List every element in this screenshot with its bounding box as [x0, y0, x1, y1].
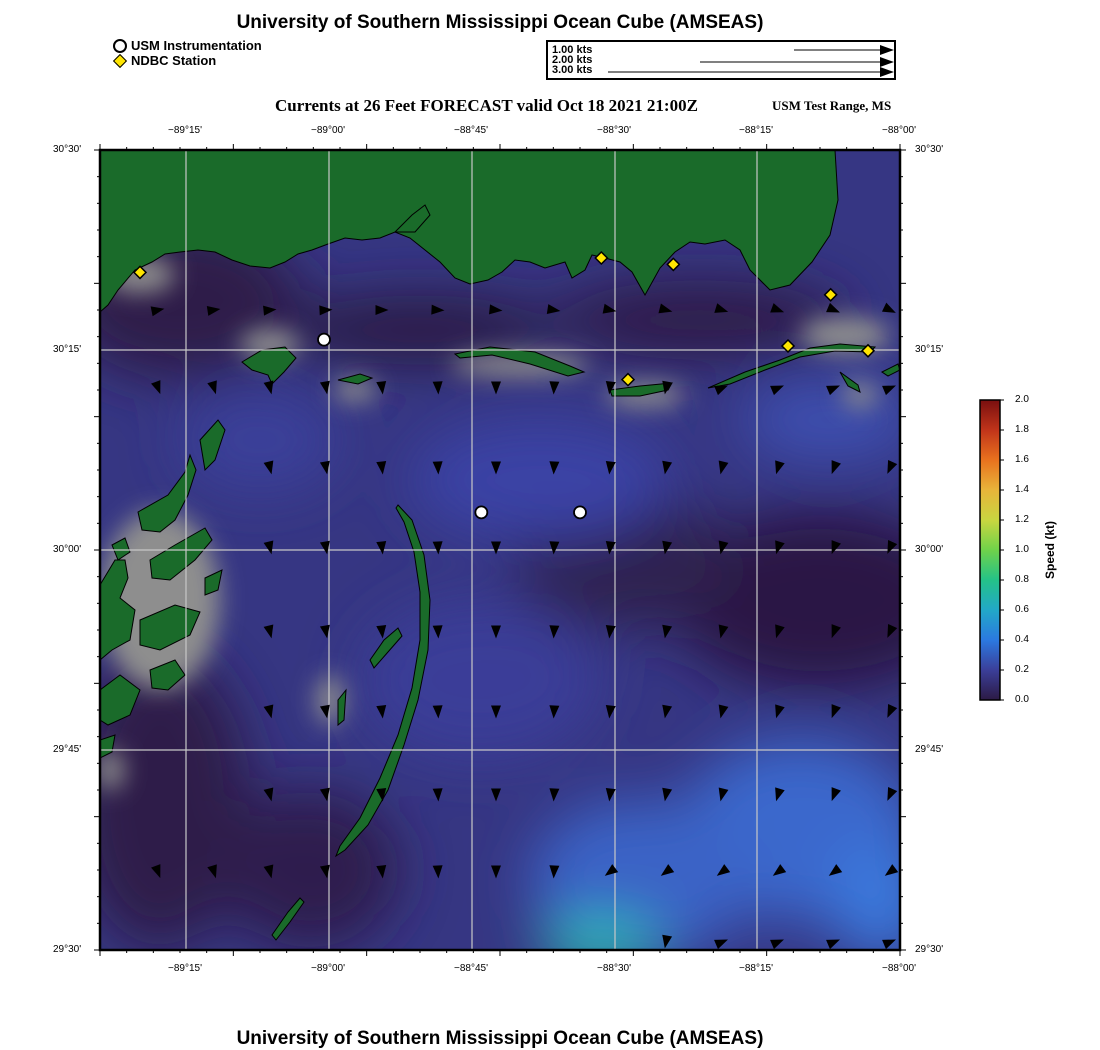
colorbar-tick-12: 1.2: [1015, 514, 1029, 525]
lat-label-right-3: 30°00': [915, 544, 944, 555]
colorbar-tick-14: 1.4: [1015, 484, 1029, 495]
colorbar-tick-16: 1.6: [1015, 454, 1029, 465]
lon-label-bottom-3: −88°45': [454, 963, 488, 974]
colorbar-title: Speed (kt): [1043, 521, 1057, 580]
lat-label-right-5: 29°30': [915, 944, 944, 955]
colorbar-gradient: [979, 399, 1001, 701]
colorbar-tick-00: 0.0: [1015, 694, 1029, 705]
lat-label-left-4: 29°45': [53, 744, 82, 755]
lat-label-right-1: 30°30': [915, 144, 944, 155]
lat-label-left-3: 30°00': [53, 544, 82, 555]
lon-label-bottom-2: −89°00': [311, 963, 345, 974]
lon-label-top-4: −88°30': [597, 125, 631, 136]
colorbar-tick-02: 0.2: [1015, 664, 1029, 675]
colorbar-tick-06: 0.6: [1015, 604, 1029, 615]
lon-label-bottom-4: −88°30': [597, 963, 631, 974]
lon-label-top-1: −89°15': [168, 125, 202, 136]
colorbar-tick-18: 1.8: [1015, 424, 1029, 435]
lat-label-right-4: 29°45': [915, 744, 944, 755]
map-frame-content: [100, 150, 900, 950]
lat-label-left-1: 30°30': [53, 144, 82, 155]
current-map: [94, 144, 906, 956]
colorbar-tick-08: 0.8: [1015, 574, 1029, 585]
usm-instrument-marker: [317, 332, 331, 347]
colorbar-tick-04: 0.4: [1015, 634, 1029, 645]
colorbar-tick-20: 2.0: [1015, 394, 1029, 405]
colorbar-tick-10: 1.0: [1015, 544, 1029, 555]
lat-label-left-2: 30°15': [53, 344, 82, 355]
usm-instrument-marker: [573, 505, 587, 520]
lon-label-top-5: −88°15': [739, 125, 773, 136]
lon-label-bottom-1: −89°15': [168, 963, 202, 974]
lon-label-top-3: −88°45': [454, 125, 488, 136]
footer-title: University of Southern Mississippi Ocean…: [236, 1028, 764, 1049]
lon-label-top-6: −88°00': [882, 125, 916, 136]
lon-label-bottom-6: −88°00': [882, 963, 916, 974]
lon-label-bottom-5: −88°15': [739, 963, 773, 974]
usm-instrument-marker: [474, 505, 489, 520]
lon-label-top-2: −89°00': [311, 125, 345, 136]
lat-label-left-5: 29°30': [53, 944, 82, 955]
lat-label-right-2: 30°15': [915, 344, 944, 355]
speed-colorbar: [979, 399, 1004, 701]
